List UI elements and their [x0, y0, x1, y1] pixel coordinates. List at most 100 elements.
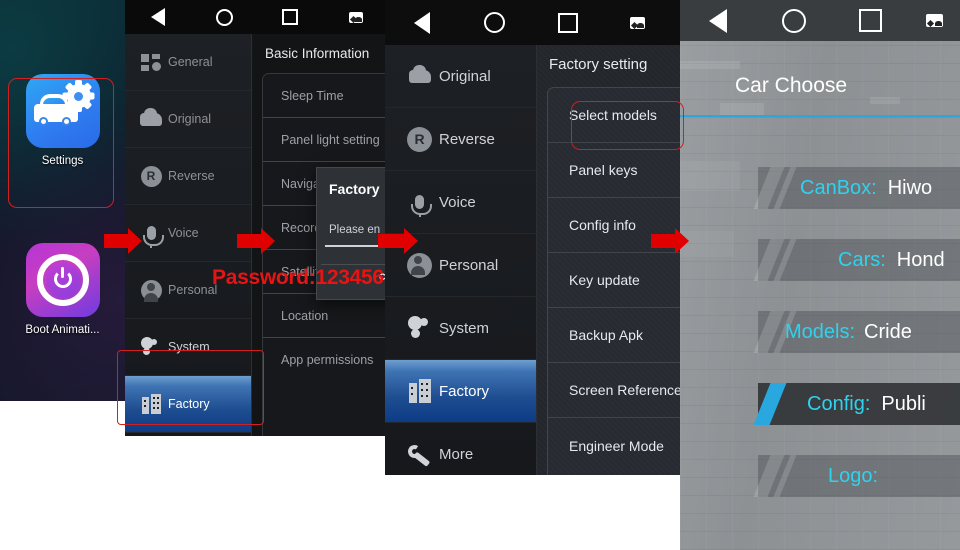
gear-icon [62, 80, 95, 112]
gears-icon [140, 337, 162, 357]
list-item[interactable]: Location [263, 294, 390, 338]
list-item[interactable]: Panel light setting [263, 118, 390, 162]
car-icon [408, 64, 431, 83]
list-item[interactable]: Backup Apk [548, 308, 680, 363]
settings-menu: General Original R Reverse Voice Persona… [125, 34, 252, 436]
menu-item-system[interactable]: System [385, 297, 536, 360]
list-item[interactable]: App permissions [263, 338, 390, 382]
menu-item-reverse[interactable]: R Reverse [125, 148, 251, 205]
settings-basic-information-panel: General Original R Reverse Voice Persona… [125, 0, 390, 436]
title-underline [680, 115, 960, 117]
row-models[interactable]: Models: Cride [785, 311, 960, 353]
row-value: Publi [881, 392, 926, 415]
power-ring-icon [25, 243, 100, 317]
annotation-arrow-3 [378, 228, 418, 254]
recents-square-icon[interactable] [832, 0, 908, 41]
car-icon [140, 107, 162, 126]
recents-square-icon[interactable] [531, 0, 604, 45]
list-item[interactable]: Panel keys [548, 143, 680, 198]
menu-label: Original [168, 112, 212, 126]
menu-label: System [439, 319, 490, 337]
factory-content-pane: Factory setting Select models Panel keys… [537, 45, 680, 475]
row-value: Hiwo [887, 176, 933, 199]
app-label-boot-animation: Boot Animati... [25, 324, 100, 336]
app-settings[interactable]: Settings [0, 74, 125, 167]
factory-row-card: Select models Panel keys Config info Key… [547, 87, 680, 475]
menu-item-voice[interactable]: Voice [125, 205, 251, 262]
person-icon [407, 252, 432, 278]
car-settings-icon [25, 74, 100, 148]
row-key: Config: [807, 392, 871, 415]
menu-item-original[interactable]: Original [125, 91, 251, 148]
home-circle-icon[interactable] [756, 0, 832, 41]
recents-square-icon[interactable] [257, 0, 323, 34]
building-icon [141, 394, 161, 414]
row-key: Cars: [838, 248, 886, 271]
menu-item-factory[interactable]: Factory [125, 376, 251, 433]
dialog-title: Factory [329, 181, 380, 197]
menu-label: Reverse [439, 130, 495, 148]
list-item[interactable]: Screen Reference [548, 363, 680, 418]
screenshot-image-icon[interactable] [323, 0, 389, 34]
menu-item-original[interactable]: Original [385, 45, 536, 108]
annotation-arrow-2 [237, 228, 275, 254]
menu-label: Original [439, 67, 491, 85]
row-key: Models: [785, 320, 856, 343]
menu-item-voice[interactable]: Voice [385, 171, 536, 234]
dialog-subtitle: Please en [329, 224, 381, 236]
row-key: Logo: [828, 464, 879, 487]
row-logo[interactable]: Logo: [828, 455, 960, 497]
screenshot-stage: Settings Boot Animati... General Origina… [0, 0, 960, 550]
factory-setting-panel: Original R Reverse Voice Personal System… [385, 0, 680, 475]
list-item[interactable]: Engineer Mode [548, 418, 680, 473]
pane-title: Factory setting [549, 56, 648, 73]
menu-label: Factory [168, 397, 210, 411]
row-cars[interactable]: Cars: Hond [838, 239, 960, 281]
row-config[interactable]: Config: Publi [807, 383, 960, 425]
menu-label: Personal [439, 256, 499, 274]
menu-label: System [168, 340, 210, 354]
microphone-icon [411, 195, 432, 217]
grid-icon [141, 53, 161, 71]
home-circle-icon[interactable] [458, 0, 531, 45]
menu-label: Factory [439, 382, 490, 400]
back-triangle-icon[interactable] [125, 0, 191, 34]
android-navigation-bar [680, 0, 960, 41]
menu-label: Voice [439, 193, 476, 211]
reverse-r-icon: R [407, 126, 432, 152]
android-navigation-bar [125, 0, 390, 34]
home-circle-icon[interactable] [191, 0, 257, 34]
annotation-arrow-1 [104, 228, 142, 254]
row-value: Cride [864, 320, 912, 343]
android-navigation-bar [385, 0, 680, 45]
menu-item-reverse[interactable]: R Reverse [385, 108, 536, 171]
menu-label: General [168, 55, 213, 69]
app-boot-animation[interactable]: Boot Animati... [0, 243, 125, 336]
car-choose-panel: Car Choose CanBox: Hiwo Cars: Hond Model… [680, 0, 960, 550]
screenshot-image-icon[interactable] [604, 0, 670, 45]
menu-label: Personal [168, 283, 218, 297]
launcher-panel: Settings Boot Animati... [0, 0, 125, 401]
row-value: Hond [896, 248, 945, 271]
back-triangle-icon[interactable] [680, 0, 756, 41]
menu-item-more[interactable]: More [385, 423, 536, 475]
screenshot-image-icon[interactable] [908, 0, 960, 41]
menu-item-factory[interactable]: Factory [385, 360, 536, 423]
pane-title: Basic Information [265, 46, 370, 61]
settings-menu: Original R Reverse Voice Personal System… [385, 45, 537, 475]
row-canbox[interactable]: CanBox: Hiwo [800, 167, 960, 209]
menu-label: More [439, 446, 474, 463]
list-item[interactable]: Key update [548, 253, 680, 308]
wrench-icon [406, 443, 432, 467]
back-triangle-icon[interactable] [385, 0, 458, 45]
gears-icon [407, 316, 433, 340]
menu-item-general[interactable]: General [125, 34, 251, 91]
row-key: CanBox: [800, 176, 877, 199]
list-item[interactable]: Select models [548, 88, 680, 143]
list-item[interactable]: Sleep Time [263, 74, 390, 118]
app-label-settings: Settings [41, 155, 84, 167]
annotation-password-note: Password:123456 [212, 266, 384, 289]
factory-body: Original R Reverse Voice Personal System… [385, 45, 680, 475]
menu-item-system[interactable]: System [125, 319, 251, 376]
menu-label: Voice [168, 226, 199, 240]
